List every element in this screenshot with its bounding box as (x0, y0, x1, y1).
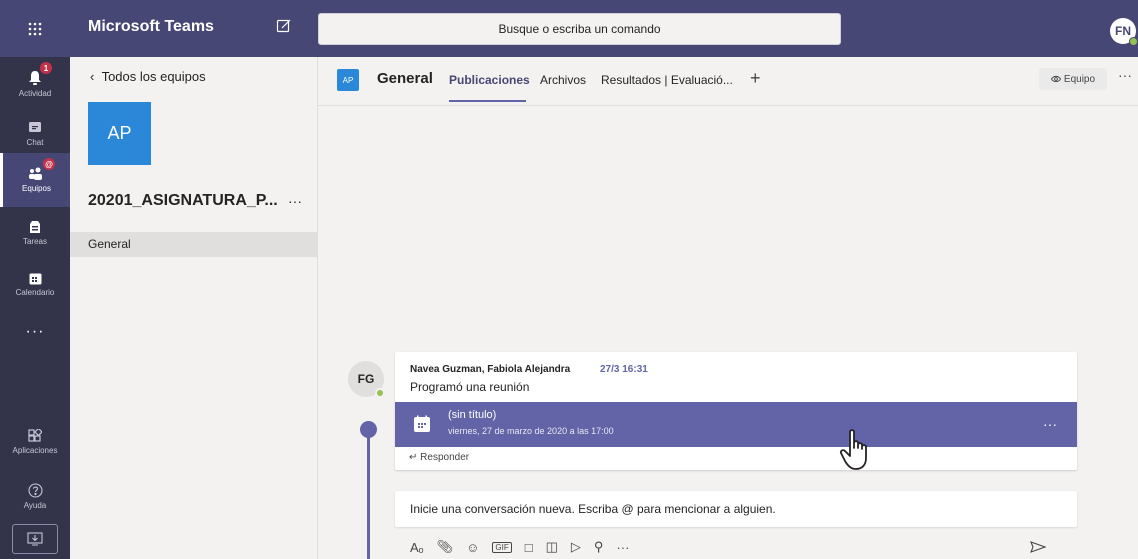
meet-now-icon[interactable]: ◫ (546, 539, 558, 555)
app-title: Microsoft Teams (88, 18, 214, 35)
channel-main: AP General Publicaciones Archivos Result… (318, 57, 1138, 559)
assignments-icon (30, 220, 40, 233)
reply-button[interactable]: ↵ Responder (409, 452, 469, 463)
presence-indicator (375, 388, 385, 398)
author-initials: FG (357, 372, 375, 386)
app-launcher-icon[interactable] (0, 0, 70, 57)
teams-icon (28, 167, 42, 180)
download-icon (27, 532, 43, 546)
author-avatar[interactable]: FG (348, 361, 385, 398)
add-tab-button[interactable]: + (750, 68, 761, 89)
chevron-left-icon: ‹ (90, 69, 102, 84)
gif-icon[interactable]: GIF (492, 541, 512, 553)
team-avatar: AP (88, 102, 151, 165)
meeting-more-options-button[interactable]: ··· (1043, 416, 1057, 432)
composer-toolbar: Aₒ 📎︎ ☺ GIF □ ◫ ▷ ⚲ ··· (410, 539, 629, 555)
rail-label: Actividad (18, 89, 52, 98)
rail-label: Tareas (22, 236, 47, 246)
emoji-icon[interactable]: ☺ (466, 540, 479, 555)
composer-placeholder: Inicie una conversación nueva. Escriba @… (410, 502, 776, 516)
active-tab-indicator (449, 100, 526, 102)
rail-label: Chat (26, 138, 44, 147)
presence-indicator (1129, 37, 1138, 46)
team-button-label: Equipo (1063, 73, 1096, 85)
notification-badge: 1 (40, 62, 52, 74)
help-icon (27, 482, 43, 498)
hand-cursor-icon (839, 429, 867, 470)
chat-icon (29, 122, 41, 132)
post-timestamp: 27/3 16:31 (600, 364, 648, 375)
post-author: Navea Guzman, Fabiola Alejandra (410, 364, 571, 375)
stream-icon[interactable]: ▷ (571, 539, 581, 555)
app-rail: Actividad 1 Chat Equipos @ Tareas Calend… (0, 57, 70, 559)
rail-item-activity[interactable]: Actividad 1 (0, 57, 70, 111)
praise-icon[interactable]: ⚲ (594, 539, 604, 555)
team-panel: ‹ Todos los equipos AP 20201_ASIGNATURA_… (70, 57, 318, 559)
format-icon[interactable]: Aₒ (410, 540, 424, 555)
channel-title: General (377, 70, 433, 87)
rail-item-calendar[interactable]: Calendario (0, 257, 70, 311)
tab-resultados[interactable]: Resultados | Evaluació... (601, 73, 733, 87)
apps-icon (28, 429, 42, 442)
meeting-card[interactable]: (sin título) viernes, 27 de marzo de 202… (395, 402, 1077, 447)
post-card: Navea Guzman, Fabiola Alejandra 27/3 16:… (395, 352, 1077, 470)
channel-label: General (88, 237, 131, 251)
channel-team-icon: AP (337, 69, 359, 91)
mention-badge: @ (43, 158, 55, 170)
channel-item-general[interactable]: General (70, 232, 318, 257)
rail-item-apps[interactable]: Aplicaciones (0, 415, 70, 469)
reply-arrow-icon: ↵ (409, 452, 421, 463)
sticker-icon[interactable]: □ (525, 540, 533, 555)
user-initials: FN (1115, 24, 1131, 38)
team-name: 20201_ASIGNATURA_P... (88, 192, 278, 209)
tab-archivos[interactable]: Archivos (540, 73, 586, 87)
channel-header: AP General Publicaciones Archivos Result… (318, 57, 1138, 106)
top-bar: Microsoft Teams Busque o escriba un coma… (0, 0, 1138, 57)
rail-item-help[interactable]: Ayuda (0, 469, 70, 523)
more-apps-button[interactable]: ··· (0, 323, 70, 341)
post-text: Programó una reunión (410, 380, 530, 394)
meeting-title: (sin título) (448, 409, 497, 421)
rail-label: Calendario (15, 287, 55, 297)
team-more-options-button[interactable]: ··· (288, 193, 302, 209)
user-avatar[interactable]: FN (1110, 18, 1138, 46)
search-input[interactable]: Busque o escriba un comando (318, 13, 841, 45)
download-app-button[interactable] (12, 524, 58, 554)
new-chat-icon[interactable] (276, 18, 294, 36)
calendar-icon (29, 273, 41, 284)
calendar-icon (414, 415, 430, 432)
rail-label: Ayuda (23, 500, 47, 510)
reply-label: Responder (420, 452, 470, 463)
more-options-icon[interactable]: ··· (616, 540, 629, 555)
send-icon[interactable] (1030, 541, 1046, 553)
thread-line (367, 427, 370, 559)
meeting-date: viernes, 27 de marzo de 2020 a las 17:00 (448, 426, 614, 436)
new-conversation-input[interactable]: Inicie una conversación nueva. Escriba @… (395, 491, 1077, 527)
rail-label: Equipos (22, 184, 51, 193)
attach-icon[interactable]: 📎︎ (437, 539, 454, 555)
team-button[interactable]: Equipo (1039, 68, 1107, 90)
bell-icon (29, 71, 41, 85)
tab-publicaciones[interactable]: Publicaciones (449, 73, 530, 87)
rail-item-assignments[interactable]: Tareas (0, 205, 70, 259)
back-label: Todos los equipos (101, 69, 206, 84)
rail-item-teams[interactable]: Equipos @ (0, 153, 70, 207)
channel-more-options-button[interactable]: ··· (1118, 67, 1132, 83)
thread-dot (360, 421, 377, 438)
rail-label: Aplicaciones (12, 446, 58, 455)
eye-icon (1050, 75, 1061, 83)
all-teams-link[interactable]: ‹ Todos los equipos (90, 69, 206, 84)
